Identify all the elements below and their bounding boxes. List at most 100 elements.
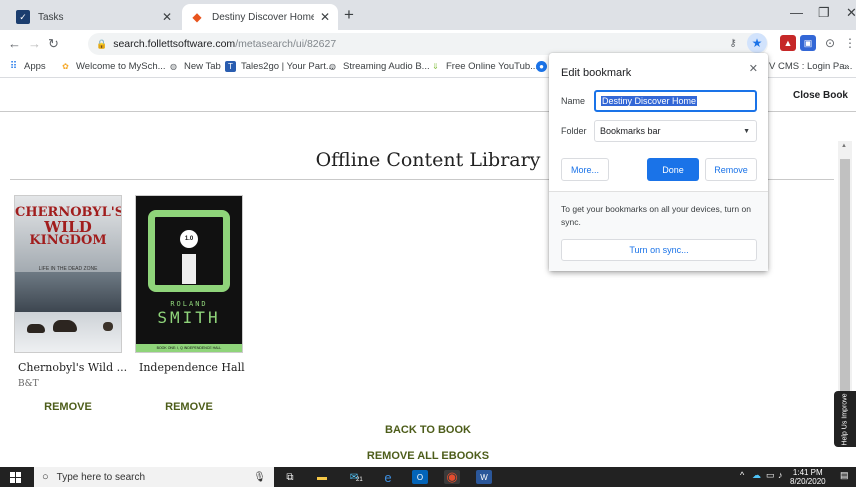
- windows-taskbar: ○ Type here to search 🎙 ⧉ ▬ ✉ 21 e O ◉ W…: [0, 467, 856, 487]
- profile-icon[interactable]: ⊙: [822, 35, 838, 51]
- more-button[interactable]: More...: [561, 158, 609, 181]
- remove-all-ebooks-link: REMOVE ALL EBOOKS: [0, 450, 856, 462]
- cover-series-band: BOOK ONE: I, Q INDEPENDENCE HALL: [136, 344, 242, 352]
- bookmark-label: New Tab: [184, 61, 221, 72]
- close-icon[interactable]: ✕: [749, 62, 758, 75]
- windows-start-icon[interactable]: [10, 472, 21, 483]
- bookmark-label: Apps: [24, 61, 46, 72]
- chrome-icon[interactable]: ◉: [444, 469, 460, 484]
- globe-icon: ◍: [329, 62, 336, 71]
- bookmark-label: Tales2go | Your Part...: [241, 61, 334, 72]
- cover-title-line: WILD: [44, 218, 92, 236]
- sync-message: To get your bookmarks on all your device…: [561, 204, 751, 227]
- file-explorer-icon[interactable]: ▬: [314, 470, 330, 484]
- book-title[interactable]: Independence Hall: [139, 361, 245, 374]
- book-author: B&T: [18, 379, 39, 389]
- search-icon: ○: [42, 471, 49, 483]
- book-cover-independence-hall[interactable]: 1.0 ROLAND SMITH BOOK ONE: I, Q INDEPEND…: [135, 195, 243, 353]
- cover-author-last: SMITH: [157, 308, 221, 327]
- close-tab-icon[interactable]: ✕: [320, 10, 330, 24]
- cover-figure: [182, 254, 196, 284]
- download-icon: ⇓: [432, 62, 439, 71]
- outlook-icon[interactable]: O: [412, 470, 428, 484]
- dialog-title: Edit bookmark: [561, 67, 632, 79]
- new-tab-icon[interactable]: +: [344, 5, 354, 25]
- help-us-improve-tab[interactable]: Help Us Improve: [834, 391, 856, 447]
- book-card[interactable]: CHERNOBYL'S WILD KINGDOM LIFE IN THE DEA…: [12, 193, 127, 419]
- lock-icon: 🔒: [96, 38, 108, 49]
- tab-tasks[interactable]: ✓ Tasks ✕: [8, 4, 180, 30]
- bookmark-new-tab[interactable]: ◍ New Tab: [168, 61, 221, 72]
- bookmark-name-input[interactable]: Destiny Discover Home: [594, 90, 757, 112]
- reload-icon[interactable]: ↻: [48, 36, 59, 52]
- pdf-extension-icon[interactable]: ▲: [780, 35, 796, 51]
- bookmark-apps[interactable]: ⠿ Apps: [8, 61, 46, 72]
- key-icon[interactable]: ⚷: [725, 35, 741, 51]
- tab-label: Tasks: [38, 11, 64, 23]
- boar-silhouette: [53, 320, 77, 332]
- book-card[interactable]: 1.0 ROLAND SMITH BOOK ONE: I, Q INDEPEND…: [133, 193, 245, 419]
- close-tab-icon[interactable]: ✕: [162, 10, 172, 24]
- volume-icon[interactable]: ♪: [778, 470, 783, 480]
- bookmark-label: Free Online YouTub...: [446, 61, 539, 72]
- turn-on-sync-button[interactable]: Turn on sync...: [561, 239, 757, 261]
- address-bar[interactable]: 🔒 search.follettsoftware.com /metasearch…: [88, 33, 768, 55]
- taskbar-search[interactable]: ○ Type here to search 🎙: [34, 467, 274, 487]
- remove-book-button[interactable]: REMOVE: [133, 401, 245, 413]
- tray-chevron-icon[interactable]: ^: [740, 470, 744, 480]
- close-window-icon[interactable]: ✕: [846, 5, 856, 21]
- word-icon[interactable]: W: [476, 470, 492, 484]
- onedrive-icon[interactable]: ☁: [752, 470, 761, 481]
- folder-select[interactable]: Bookmarks bar ▼: [594, 120, 757, 142]
- help-us-improve-label: Help Us Improve: [841, 392, 849, 446]
- search-placeholder: Type here to search: [56, 471, 146, 483]
- folder-label: Folder: [561, 126, 587, 136]
- cover-badge: 1.0: [180, 230, 198, 248]
- microphone-icon[interactable]: 🎙: [253, 472, 266, 483]
- remove-all-ebooks-label[interactable]: REMOVE ALL EBOOKS: [367, 450, 489, 462]
- clock-date: 8/20/2020: [790, 477, 826, 486]
- dropdown-arrow-icon: ▼: [743, 127, 750, 135]
- minimize-icon[interactable]: —: [790, 5, 803, 20]
- url-path: /metasearch/ui/82627: [235, 38, 337, 50]
- school-icon: ✿: [62, 62, 69, 71]
- boar-silhouette: [27, 324, 45, 333]
- bookmark-streaming-audio[interactable]: ◍ Streaming Audio B...: [327, 61, 430, 72]
- forward-arrow-icon[interactable]: →: [28, 36, 41, 51]
- task-view-icon[interactable]: ⧉: [282, 470, 298, 484]
- bookmark-tales2go[interactable]: T Tales2go | Your Part...: [225, 61, 334, 72]
- back-to-book-link: BACK TO BOOK: [0, 424, 856, 436]
- notification-icon[interactable]: ▤: [840, 470, 849, 481]
- bookmark-label: Welcome to MySch...: [76, 61, 166, 72]
- tab-destiny-discover[interactable]: ◆ Destiny Discover Home ✕: [182, 4, 338, 30]
- edge-icon[interactable]: e: [380, 470, 396, 485]
- cover-author: ROLAND SMITH: [136, 300, 242, 327]
- book-cover-chernobyl[interactable]: CHERNOBYL'S WILD KINGDOM LIFE IN THE DEA…: [14, 195, 122, 353]
- done-button[interactable]: Done: [647, 158, 699, 181]
- remove-bookmark-button[interactable]: Remove: [705, 158, 757, 181]
- taskbar-clock[interactable]: 1:41 PM 8/20/2020: [790, 468, 826, 486]
- close-book-link[interactable]: Close Book: [793, 90, 848, 101]
- browser-window: { "tabs": [ {"label": "Tasks", "icon": "…: [0, 0, 856, 487]
- bookmark-cms[interactable]: V CMS : Login Pa...: [769, 61, 852, 72]
- name-label: Name: [561, 96, 586, 106]
- bookmark-welcome[interactable]: ✿ Welcome to MySch...: [60, 61, 166, 72]
- menu-dots-icon[interactable]: ⋮: [842, 35, 856, 51]
- mail-badge: 21: [356, 477, 363, 483]
- maximize-icon[interactable]: ❐: [818, 5, 830, 21]
- bookmark-star-icon[interactable]: ★: [747, 33, 767, 53]
- edit-bookmark-dialog: Edit bookmark ✕ Name Destiny Discover Ho…: [549, 53, 768, 271]
- boar-silhouette: [103, 322, 113, 331]
- remove-book-button[interactable]: REMOVE: [12, 401, 124, 413]
- extension-icon[interactable]: ▣: [800, 35, 816, 51]
- network-icon[interactable]: ▭: [766, 470, 775, 481]
- bookmarks-overflow-icon[interactable]: »: [844, 61, 849, 72]
- tab-label: Destiny Discover Home: [212, 11, 314, 23]
- scroll-up-icon[interactable]: ▲: [841, 143, 847, 149]
- back-arrow-icon[interactable]: ←: [8, 36, 21, 51]
- bookmark-label: V CMS : Login Pa...: [769, 61, 853, 72]
- back-to-book-label[interactable]: BACK TO BOOK: [385, 424, 471, 436]
- book-title[interactable]: Chernobyl's Wild ...: [18, 361, 127, 374]
- cover-title: CHERNOBYL'S WILD KINGDOM: [15, 206, 121, 248]
- bookmark-free-youtube[interactable]: ⇓ Free Online YouTub...: [430, 61, 538, 72]
